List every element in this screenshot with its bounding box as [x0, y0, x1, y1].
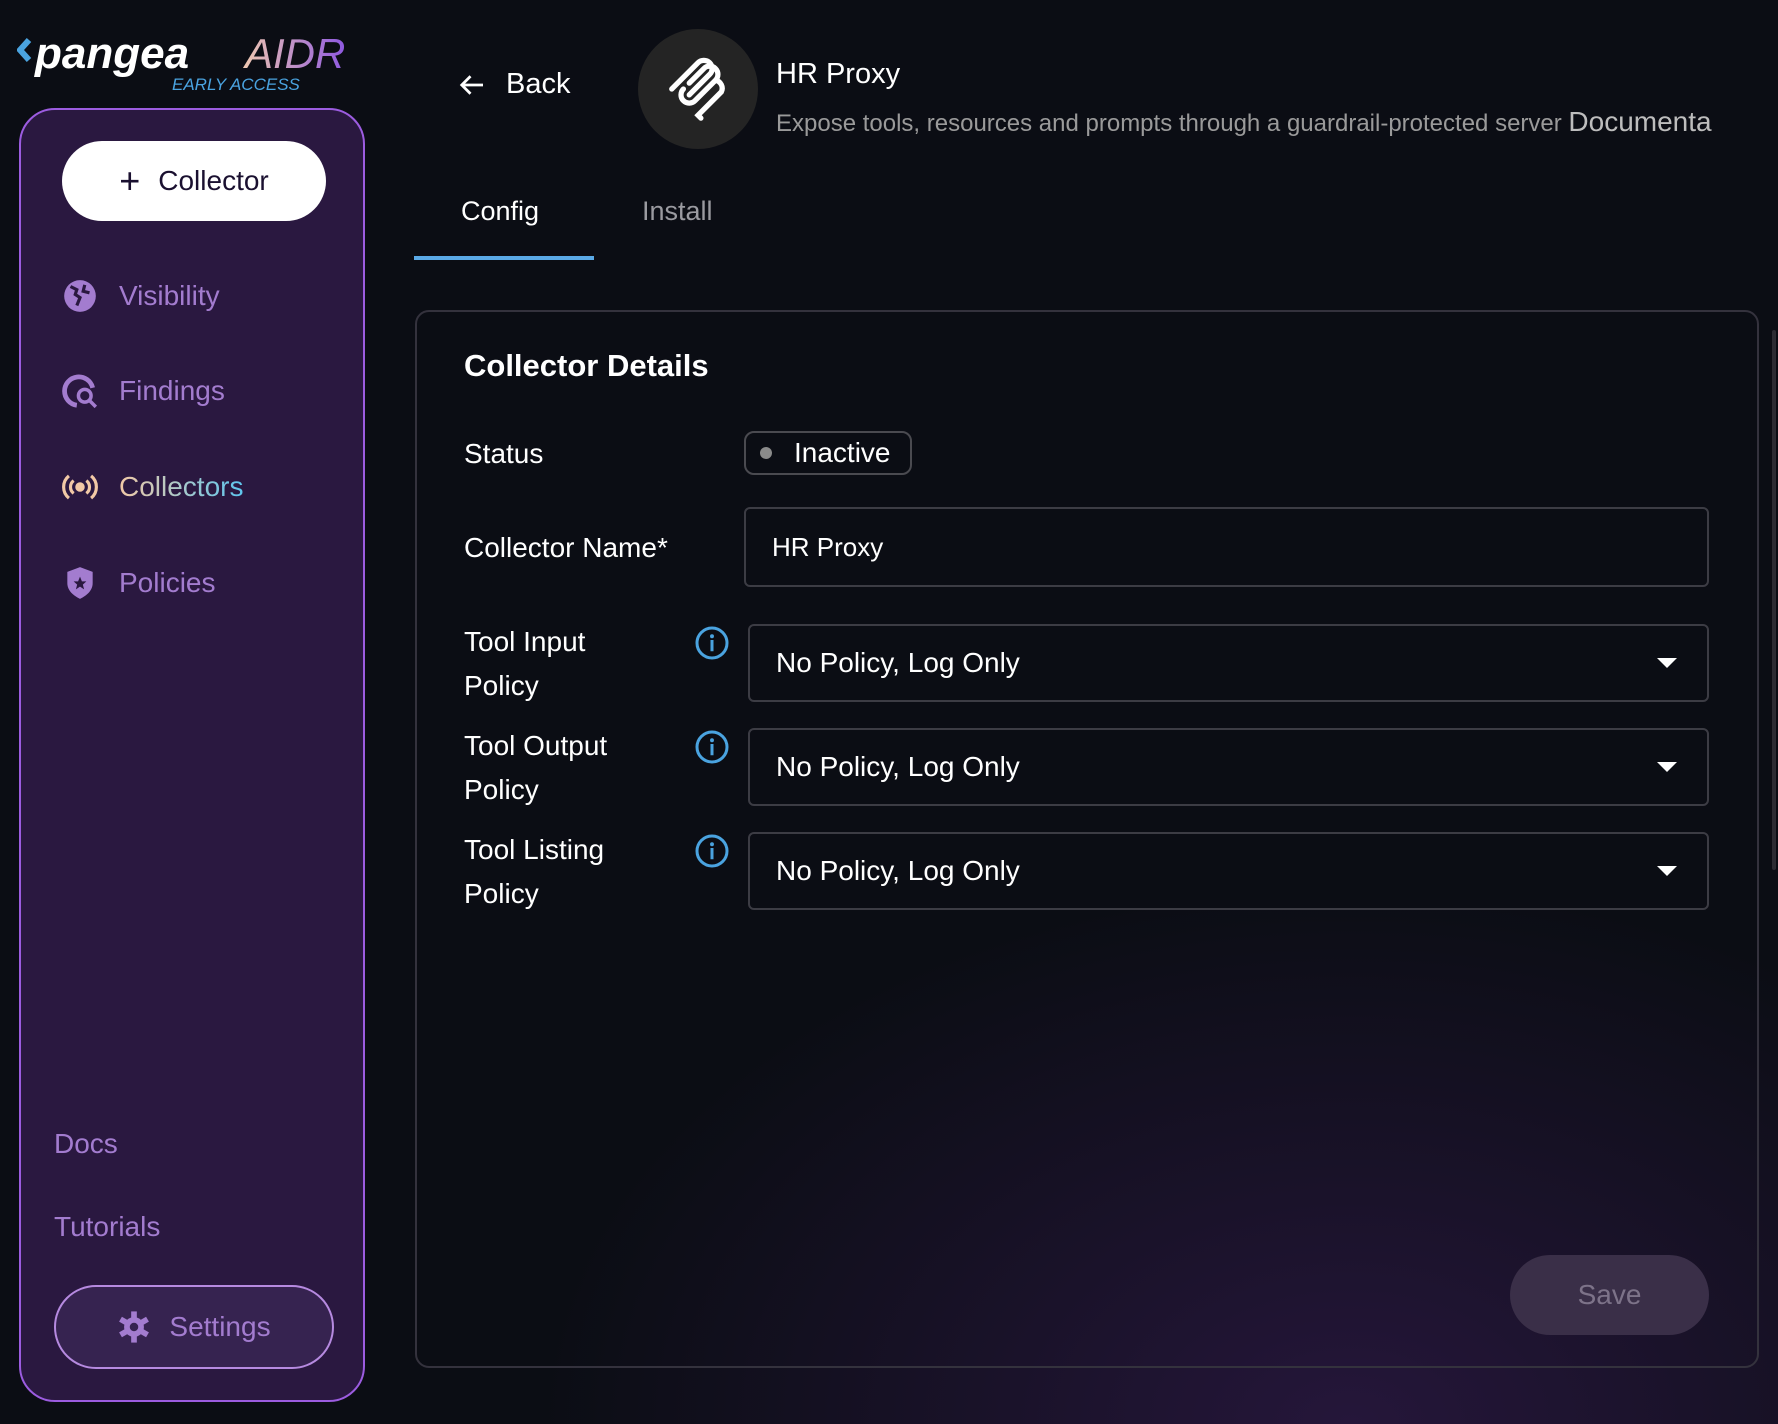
card-title: Collector Details: [464, 348, 709, 383]
collector-avatar: [638, 29, 758, 149]
tool-input-policy-label: Tool Input Policy: [464, 626, 586, 701]
status-badge: Inactive: [744, 431, 912, 475]
arrow-left-icon: [459, 74, 483, 95]
tool-listing-policy-label: Tool Listing Policy: [464, 834, 605, 909]
info-icon[interactable]: [694, 625, 730, 661]
sidebar-item-policies[interactable]: Policies: [61, 558, 215, 608]
globe-search-icon: [62, 374, 98, 409]
caret-down-icon: [1657, 762, 1677, 772]
tab-install[interactable]: Install: [642, 196, 713, 227]
collector-name-label: Collector Name*: [464, 532, 668, 563]
plus-icon: +: [119, 160, 141, 201]
shield-star-icon: [67, 567, 93, 599]
documentation-link[interactable]: Documenta: [1568, 106, 1711, 137]
tab-config[interactable]: Config: [461, 196, 539, 227]
caret-down-icon: [1657, 866, 1677, 876]
status-dot-icon: [760, 447, 772, 459]
sidebar: + Collector Visibility Findings Collecto…: [19, 108, 365, 1402]
tool-listing-policy-select[interactable]: No Policy, Log Only: [748, 832, 1709, 910]
svg-text:pangea: pangea: [34, 29, 189, 78]
sidebar-item-visibility[interactable]: Visibility: [61, 271, 220, 321]
pangea-aidr-logo: pangea AIDR EARLY ACCESS: [17, 29, 345, 94]
tool-output-policy-label: Tool Output Policy: [464, 730, 608, 805]
collector-name-input[interactable]: HR Proxy: [744, 507, 1709, 587]
save-button[interactable]: Save: [1510, 1255, 1709, 1335]
gear-icon: [119, 1311, 150, 1343]
scrollbar[interactable]: [1772, 330, 1776, 870]
svg-text:EARLY ACCESS: EARLY ACCESS: [172, 75, 301, 94]
status-label: Status: [464, 438, 544, 469]
docs-link[interactable]: Docs: [54, 1128, 118, 1160]
sidebar-item-findings[interactable]: Findings: [61, 366, 225, 416]
svg-text:AIDR: AIDR: [242, 30, 345, 77]
settings-button[interactable]: Settings: [54, 1285, 334, 1369]
info-icon[interactable]: [694, 729, 730, 765]
collector-subtitle: Expose tools, resources and prompts thro…: [776, 106, 1712, 137]
globe-icon: [64, 280, 96, 312]
mcp-icon: [669, 57, 725, 121]
tool-output-policy-select[interactable]: No Policy, Log Only: [748, 728, 1709, 806]
add-collector-button[interactable]: + Collector: [62, 141, 326, 221]
sidebar-item-collectors[interactable]: Collectors: [61, 462, 243, 512]
tool-input-policy-select[interactable]: No Policy, Log Only: [748, 624, 1709, 702]
info-icon[interactable]: [694, 833, 730, 869]
active-tab-indicator: [414, 256, 594, 260]
collector-title: HR Proxy: [776, 58, 901, 90]
broadcast-icon: [62, 474, 98, 500]
back-button[interactable]: Back: [458, 68, 570, 101]
tutorials-link[interactable]: Tutorials: [54, 1211, 160, 1243]
caret-down-icon: [1657, 658, 1677, 668]
